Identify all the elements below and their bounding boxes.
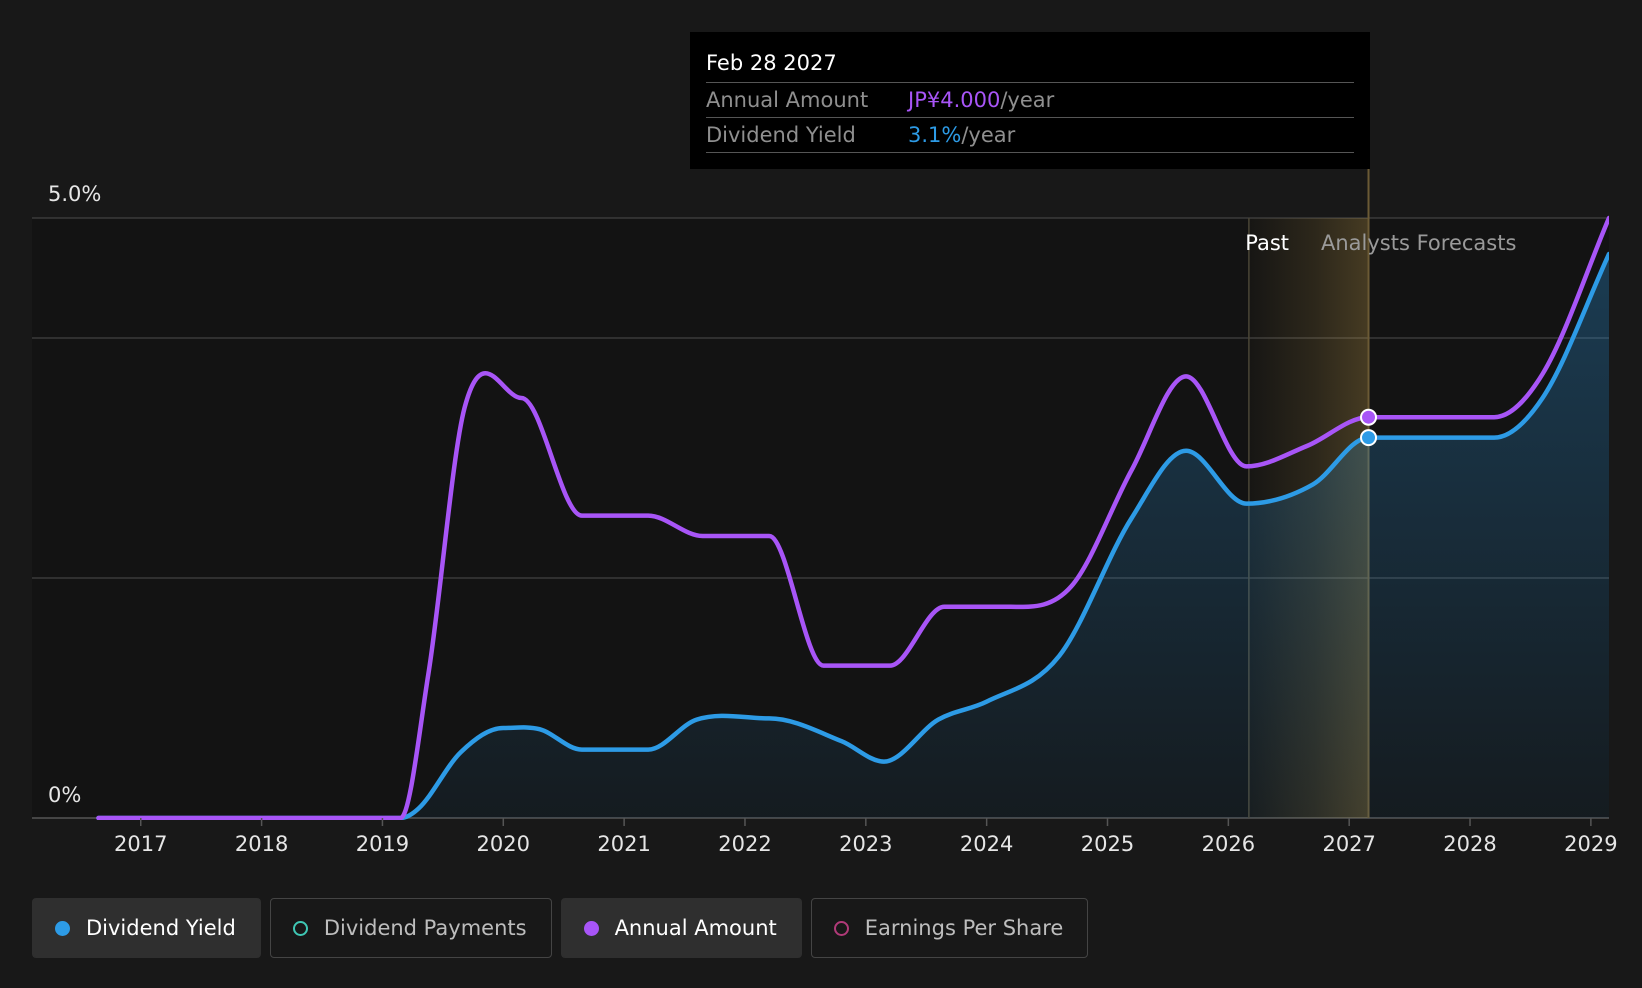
annual-amount-marker	[1360, 408, 1378, 426]
legend-label: Annual Amount	[614, 916, 777, 940]
x-tick-label: 2027	[1322, 832, 1375, 856]
tooltip-unit: /year	[961, 123, 1016, 147]
x-tick-label: 2018	[235, 832, 288, 856]
tooltip-value: 3.1%	[908, 123, 962, 147]
x-tick-label: 2029	[1564, 832, 1617, 856]
x-axis: 2017 2018 2019 2020 2021 2022 2023 2024 2025 2026…	[114, 818, 1618, 856]
x-tick-label: 2024	[960, 832, 1013, 856]
legend-label: Dividend Payments	[323, 916, 527, 940]
legend-ring-icon	[833, 920, 849, 936]
x-tick-label: 2023	[839, 832, 892, 856]
dividend-yield-marker	[1360, 429, 1378, 447]
x-tick-label: 2022	[718, 832, 771, 856]
x-tick-label: 2020	[477, 832, 530, 856]
past-label: Past	[1245, 231, 1289, 255]
y-tick-label: 5.0%	[48, 182, 101, 206]
tooltip-unit: /year	[1000, 88, 1055, 112]
chart-legend: Dividend Yield Dividend Payments Annual …	[32, 898, 1097, 958]
legend-label: Earnings Per Share	[864, 916, 1064, 940]
tooltip-row-annual-amount: Annual Amount JP¥4.000 /year	[706, 83, 1354, 118]
tooltip-label: Dividend Yield	[706, 123, 856, 147]
legend-dot-icon	[55, 920, 70, 936]
forecast-label: Analysts Forecasts	[1321, 231, 1516, 255]
x-tick-label: 2021	[597, 832, 650, 856]
legend-ring-icon	[292, 920, 308, 936]
chart-tooltip: Feb 28 2027 Annual Amount JP¥4.000 /year…	[690, 32, 1370, 169]
legend-dividend-payments[interactable]: Dividend Payments	[269, 898, 552, 958]
legend-dividend-yield[interactable]: Dividend Yield	[32, 898, 261, 958]
tooltip-label: Annual Amount	[706, 88, 869, 112]
y-tick-label: 0%	[48, 783, 81, 807]
x-tick-label: 2017	[114, 832, 167, 856]
x-tick-label: 2019	[356, 832, 409, 856]
tooltip-date: Feb 28 2027	[706, 46, 1354, 83]
legend-earnings-per-share[interactable]: Earnings Per Share	[810, 898, 1089, 958]
tooltip-value: JP¥4.000	[908, 88, 1001, 112]
x-tick-label: 2028	[1443, 832, 1496, 856]
legend-label: Dividend Yield	[86, 916, 236, 940]
legend-dot-icon	[583, 920, 599, 936]
legend-annual-amount[interactable]: Annual Amount	[560, 898, 802, 958]
x-tick-label: 2026	[1202, 832, 1255, 856]
x-tick-label: 2025	[1081, 832, 1134, 856]
tooltip-row-dividend-yield: Dividend Yield 3.1% /year	[706, 118, 1354, 153]
